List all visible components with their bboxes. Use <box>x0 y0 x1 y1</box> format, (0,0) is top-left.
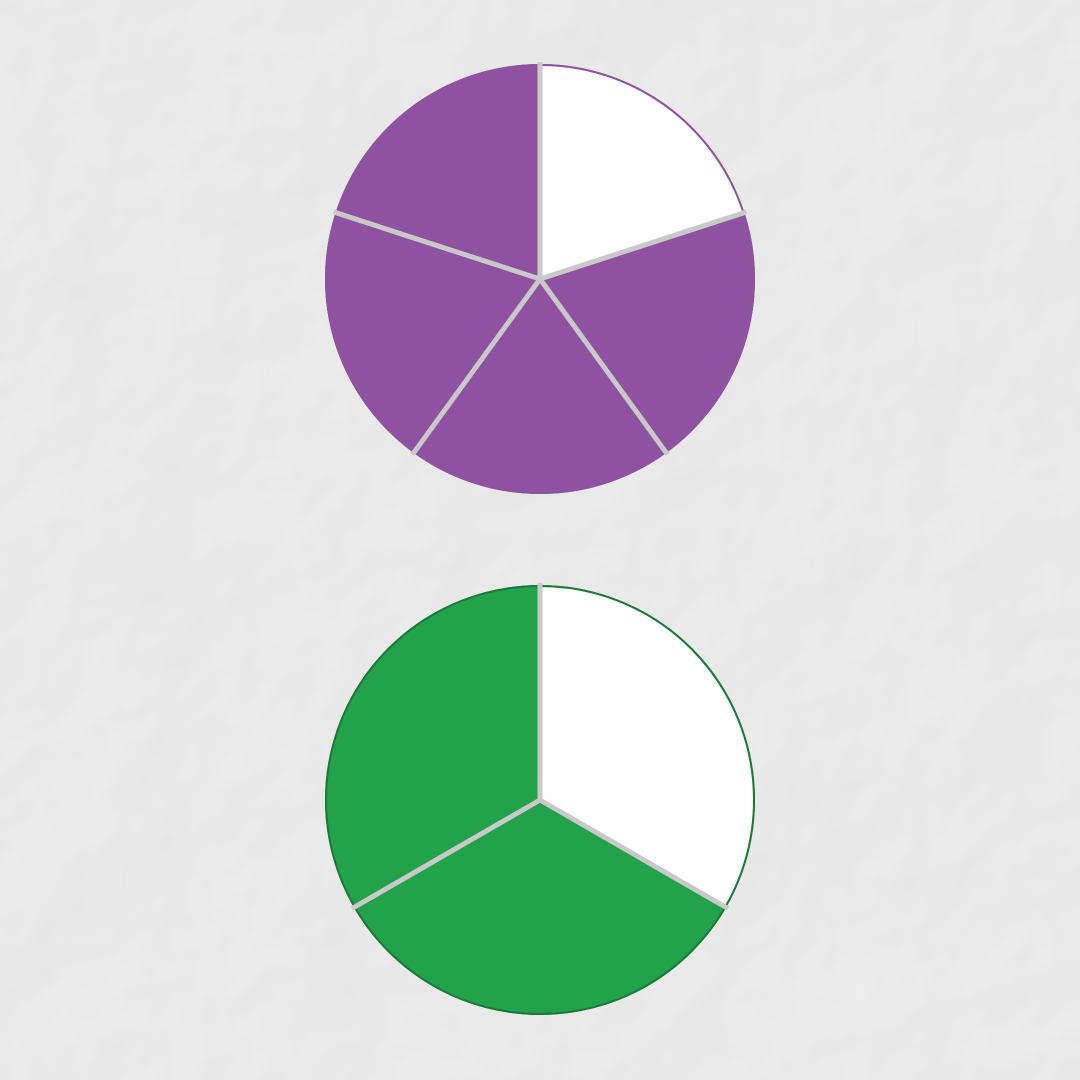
green-thirds-circle <box>325 583 755 1015</box>
